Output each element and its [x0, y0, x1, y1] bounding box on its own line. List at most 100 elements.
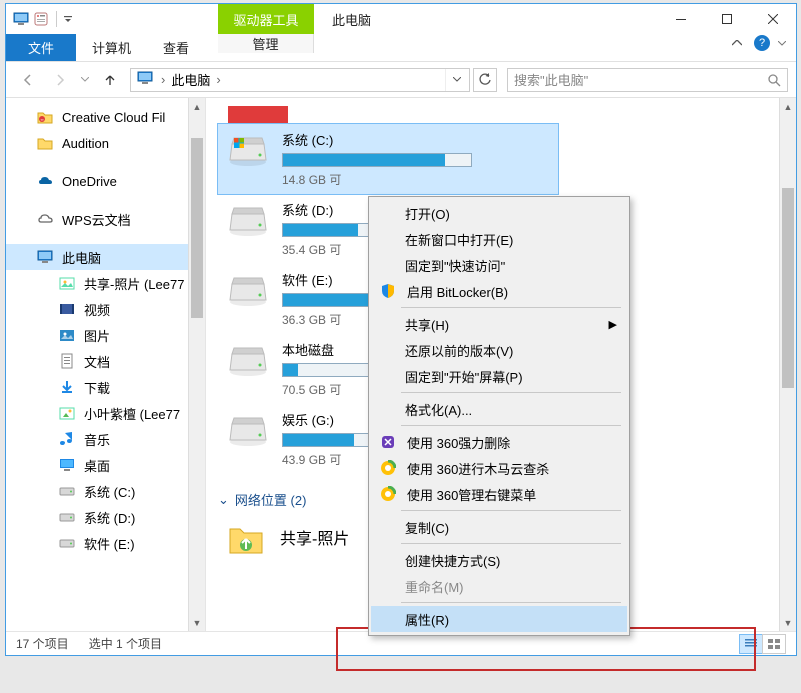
menu-separator — [401, 307, 621, 308]
forward-button[interactable] — [46, 66, 74, 94]
address-dropdown-icon[interactable] — [445, 69, 467, 91]
help-icon[interactable]: ? — [754, 35, 770, 51]
sidebar-item[interactable]: 图片 — [6, 322, 205, 348]
sidebar-item[interactable]: 文档 — [6, 348, 205, 374]
breadcrumb-root[interactable]: 此电脑 — [167, 70, 214, 89]
tab-view[interactable]: 查看 — [147, 34, 205, 61]
sidebar-item[interactable]: 系统 (D:) — [6, 504, 205, 530]
search-input[interactable]: 搜索"此电脑" — [507, 68, 788, 92]
navigation-bar: › 此电脑 › 搜索"此电脑" — [6, 62, 796, 98]
context-menu-item[interactable]: 重命名(M) — [371, 573, 627, 599]
help-dropdown-icon[interactable] — [778, 41, 786, 46]
submenu-arrow-icon: ▶ — [609, 318, 617, 331]
context-menu-item[interactable]: 打开(O) — [371, 200, 627, 226]
context-menu-item[interactable]: 使用 360管理右键菜单 — [371, 481, 627, 507]
360-delete-icon — [379, 433, 397, 451]
properties-icon[interactable] — [32, 10, 50, 28]
sidebar-item-label: Audition — [62, 136, 109, 151]
context-menu-item[interactable]: 属性(R) — [371, 606, 627, 632]
context-menu-item[interactable]: 在新窗口中打开(E) — [371, 226, 627, 252]
context-menu-item[interactable]: 使用 360进行木马云查杀 — [371, 455, 627, 481]
ribbon-context-tab: 驱动器工具 — [218, 4, 314, 34]
downloads-icon — [58, 378, 76, 396]
context-menu-item[interactable]: 格式化(A)... — [371, 396, 627, 422]
section-header-label: 网络位置 (2) — [235, 490, 307, 509]
sidebar-item-label: OneDrive — [62, 174, 117, 189]
drive-item[interactable]: 系统 (C:) 14.8 GB 可 — [218, 124, 558, 194]
scroll-up-icon[interactable]: ▲ — [189, 98, 205, 115]
drive-label: 系统 (C:) — [282, 130, 472, 149]
sidebar-item-label: 小叶紫檀 (Lee77 — [84, 404, 180, 423]
usage-bar — [282, 153, 472, 167]
sidebar-item[interactable]: 此电脑 — [6, 244, 205, 270]
sidebar-item[interactable]: 小叶紫檀 (Lee77 — [6, 400, 205, 426]
close-button[interactable] — [750, 4, 796, 34]
sidebar-item-label: 图片 — [84, 326, 110, 345]
window-controls — [658, 4, 796, 34]
tab-computer[interactable]: 计算机 — [76, 34, 147, 61]
hard-drive-icon — [226, 410, 270, 450]
sidebar-item-label: Creative Cloud Fil — [62, 110, 165, 125]
sidebar-item[interactable]: WPS云文档 — [6, 206, 205, 232]
breadcrumb-sep-icon[interactable]: › — [214, 72, 222, 87]
scroll-down-icon[interactable]: ▼ — [780, 614, 796, 631]
recent-dropdown-icon[interactable] — [78, 66, 92, 94]
scrollbar-thumb[interactable] — [191, 138, 203, 318]
sidebar-item[interactable]: 软件 (E:) — [6, 530, 205, 556]
sidebar-item[interactable]: Audition — [6, 130, 205, 156]
context-menu-item[interactable]: 复制(C) — [371, 514, 627, 540]
menu-separator — [401, 602, 621, 603]
scroll-down-icon[interactable]: ▼ — [189, 614, 205, 631]
sidebar-item[interactable]: 视频 — [6, 296, 205, 322]
context-menu-item[interactable]: 启用 BitLocker(B) — [371, 278, 627, 304]
minimize-button[interactable] — [658, 4, 704, 34]
menu-separator — [401, 543, 621, 544]
scrollbar-thumb[interactable] — [782, 188, 794, 388]
breadcrumb-sep-icon[interactable]: › — [159, 72, 167, 87]
content-scrollbar[interactable]: ▲ ▼ — [779, 98, 796, 631]
sidebar-item[interactable]: 共享-照片 (Lee77 — [6, 270, 205, 296]
menu-item-label: 固定到"开始"屏幕(P) — [405, 367, 523, 386]
sidebar-item[interactable]: ∞ Creative Cloud Fil — [6, 104, 205, 130]
scroll-up-icon[interactable]: ▲ — [780, 98, 796, 115]
qat-dropdown-icon[interactable] — [63, 10, 73, 28]
context-menu-item[interactable]: 使用 360强力删除 — [371, 429, 627, 455]
address-bar[interactable]: › 此电脑 › — [130, 68, 470, 92]
sidebar-item-label: 系统 (D:) — [84, 508, 135, 527]
ribbon-right-controls: ? — [728, 34, 786, 52]
sidebar-item-label: 视频 — [84, 300, 110, 319]
hard-drive-icon — [226, 200, 270, 240]
context-menu-item[interactable]: 固定到"开始"屏幕(P) — [371, 363, 627, 389]
folder-cc-icon: ∞ — [36, 108, 54, 126]
shared-folder-icon — [58, 404, 76, 422]
maximize-button[interactable] — [704, 4, 750, 34]
sidebar-item[interactable]: 系统 (C:) — [6, 478, 205, 504]
context-menu-item[interactable]: 共享(H) ▶ — [371, 311, 627, 337]
sidebar-item[interactable]: 下载 — [6, 374, 205, 400]
sidebar-item-label: 此电脑 — [62, 248, 101, 267]
back-button[interactable] — [14, 66, 42, 94]
shared-photos-icon — [58, 274, 76, 292]
icons-view-button[interactable] — [762, 634, 786, 654]
sidebar-item[interactable]: OneDrive — [6, 168, 205, 194]
tab-manage[interactable]: 管理 — [218, 34, 314, 53]
tab-file[interactable]: 文件 — [6, 34, 76, 61]
onedrive-icon — [36, 172, 54, 190]
sidebar-item[interactable]: 音乐 — [6, 426, 205, 452]
context-menu-item[interactable]: 固定到"快速访问" — [371, 252, 627, 278]
menu-item-label: 固定到"快速访问" — [405, 256, 505, 275]
sidebar-scrollbar[interactable]: ▲ ▼ — [188, 98, 205, 631]
chevron-down-icon: ⌄ — [218, 492, 229, 508]
shield-icon — [379, 282, 397, 300]
this-pc-icon — [137, 71, 155, 89]
drive-free-text: 14.8 GB 可 — [282, 171, 472, 188]
refresh-button[interactable] — [473, 68, 497, 92]
ribbon-collapse-icon[interactable] — [728, 34, 746, 52]
sidebar-item[interactable]: 桌面 — [6, 452, 205, 478]
window-title: 此电脑 — [332, 10, 371, 29]
sidebar-item-label: 音乐 — [84, 430, 110, 449]
context-menu-item[interactable]: 还原以前的版本(V) — [371, 337, 627, 363]
menu-item-label: 共享(H) — [405, 315, 449, 334]
context-menu-item[interactable]: 创建快捷方式(S) — [371, 547, 627, 573]
up-button[interactable] — [96, 66, 124, 94]
